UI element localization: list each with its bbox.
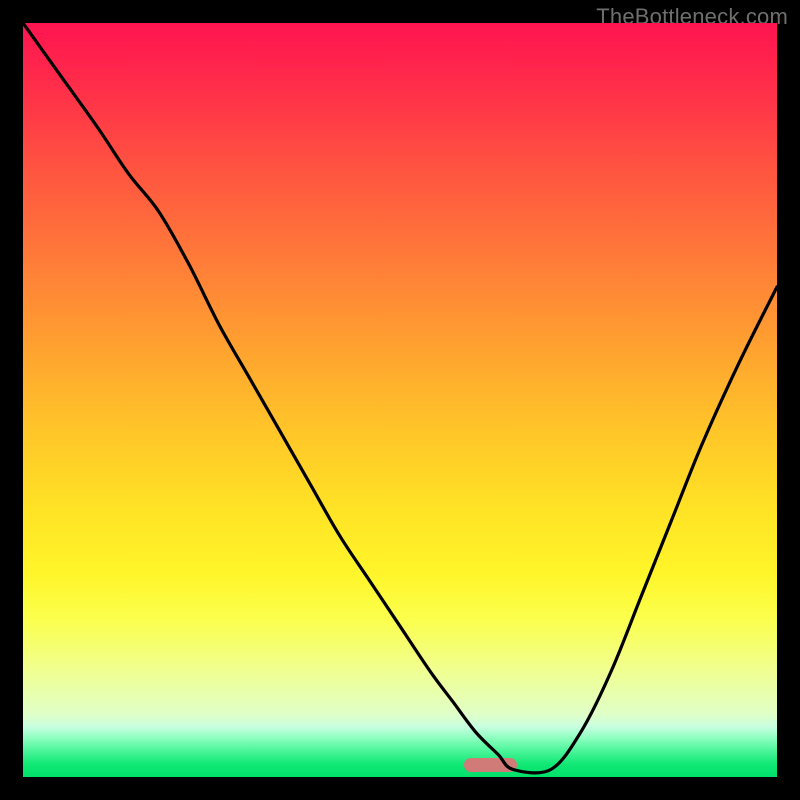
plot-area: [23, 23, 777, 777]
chart-frame: TheBottleneck.com: [0, 0, 800, 800]
bottleneck-curve: [23, 23, 777, 777]
